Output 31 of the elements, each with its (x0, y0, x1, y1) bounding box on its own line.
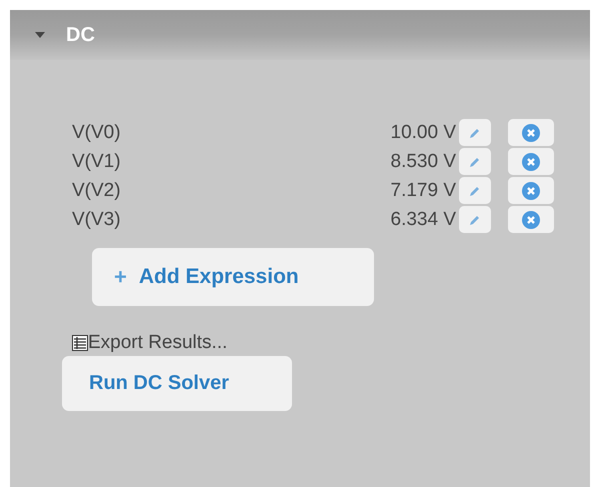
edit-button[interactable] (459, 206, 491, 233)
close-icon (522, 182, 540, 200)
delete-button[interactable] (508, 206, 554, 233)
close-icon (522, 124, 540, 142)
expression-name: V(V1) (72, 150, 122, 172)
table-icon (72, 335, 88, 351)
close-icon (522, 152, 540, 170)
export-results-link[interactable]: Export Results... (88, 332, 228, 354)
expression-name: V(V0) (72, 122, 122, 144)
section-header[interactable]: DC (10, 10, 590, 60)
edit-button[interactable] (459, 119, 491, 146)
pencil-icon (469, 214, 481, 226)
close-icon (522, 210, 540, 228)
expression-value: 10.00 V (390, 122, 456, 144)
edit-button[interactable] (459, 177, 491, 204)
expression-name: V(V3) (72, 208, 122, 230)
run-dc-solver-button[interactable]: Run DC Solver (62, 356, 292, 411)
plus-icon: + (114, 264, 127, 290)
pencil-icon (469, 156, 481, 168)
expression-name: V(V2) (72, 180, 122, 202)
expression-value: 7.179 V (390, 180, 456, 202)
delete-button[interactable] (508, 119, 554, 146)
delete-button[interactable] (508, 148, 554, 175)
delete-button[interactable] (508, 177, 554, 204)
expression-value: 8.530 V (390, 150, 456, 172)
expression-value: 6.334 V (390, 208, 456, 230)
pencil-icon (469, 184, 481, 196)
edit-button[interactable] (459, 148, 491, 175)
section-title: DC (66, 24, 95, 46)
add-expression-button[interactable]: + Add Expression (92, 248, 374, 306)
pencil-icon (469, 126, 481, 138)
